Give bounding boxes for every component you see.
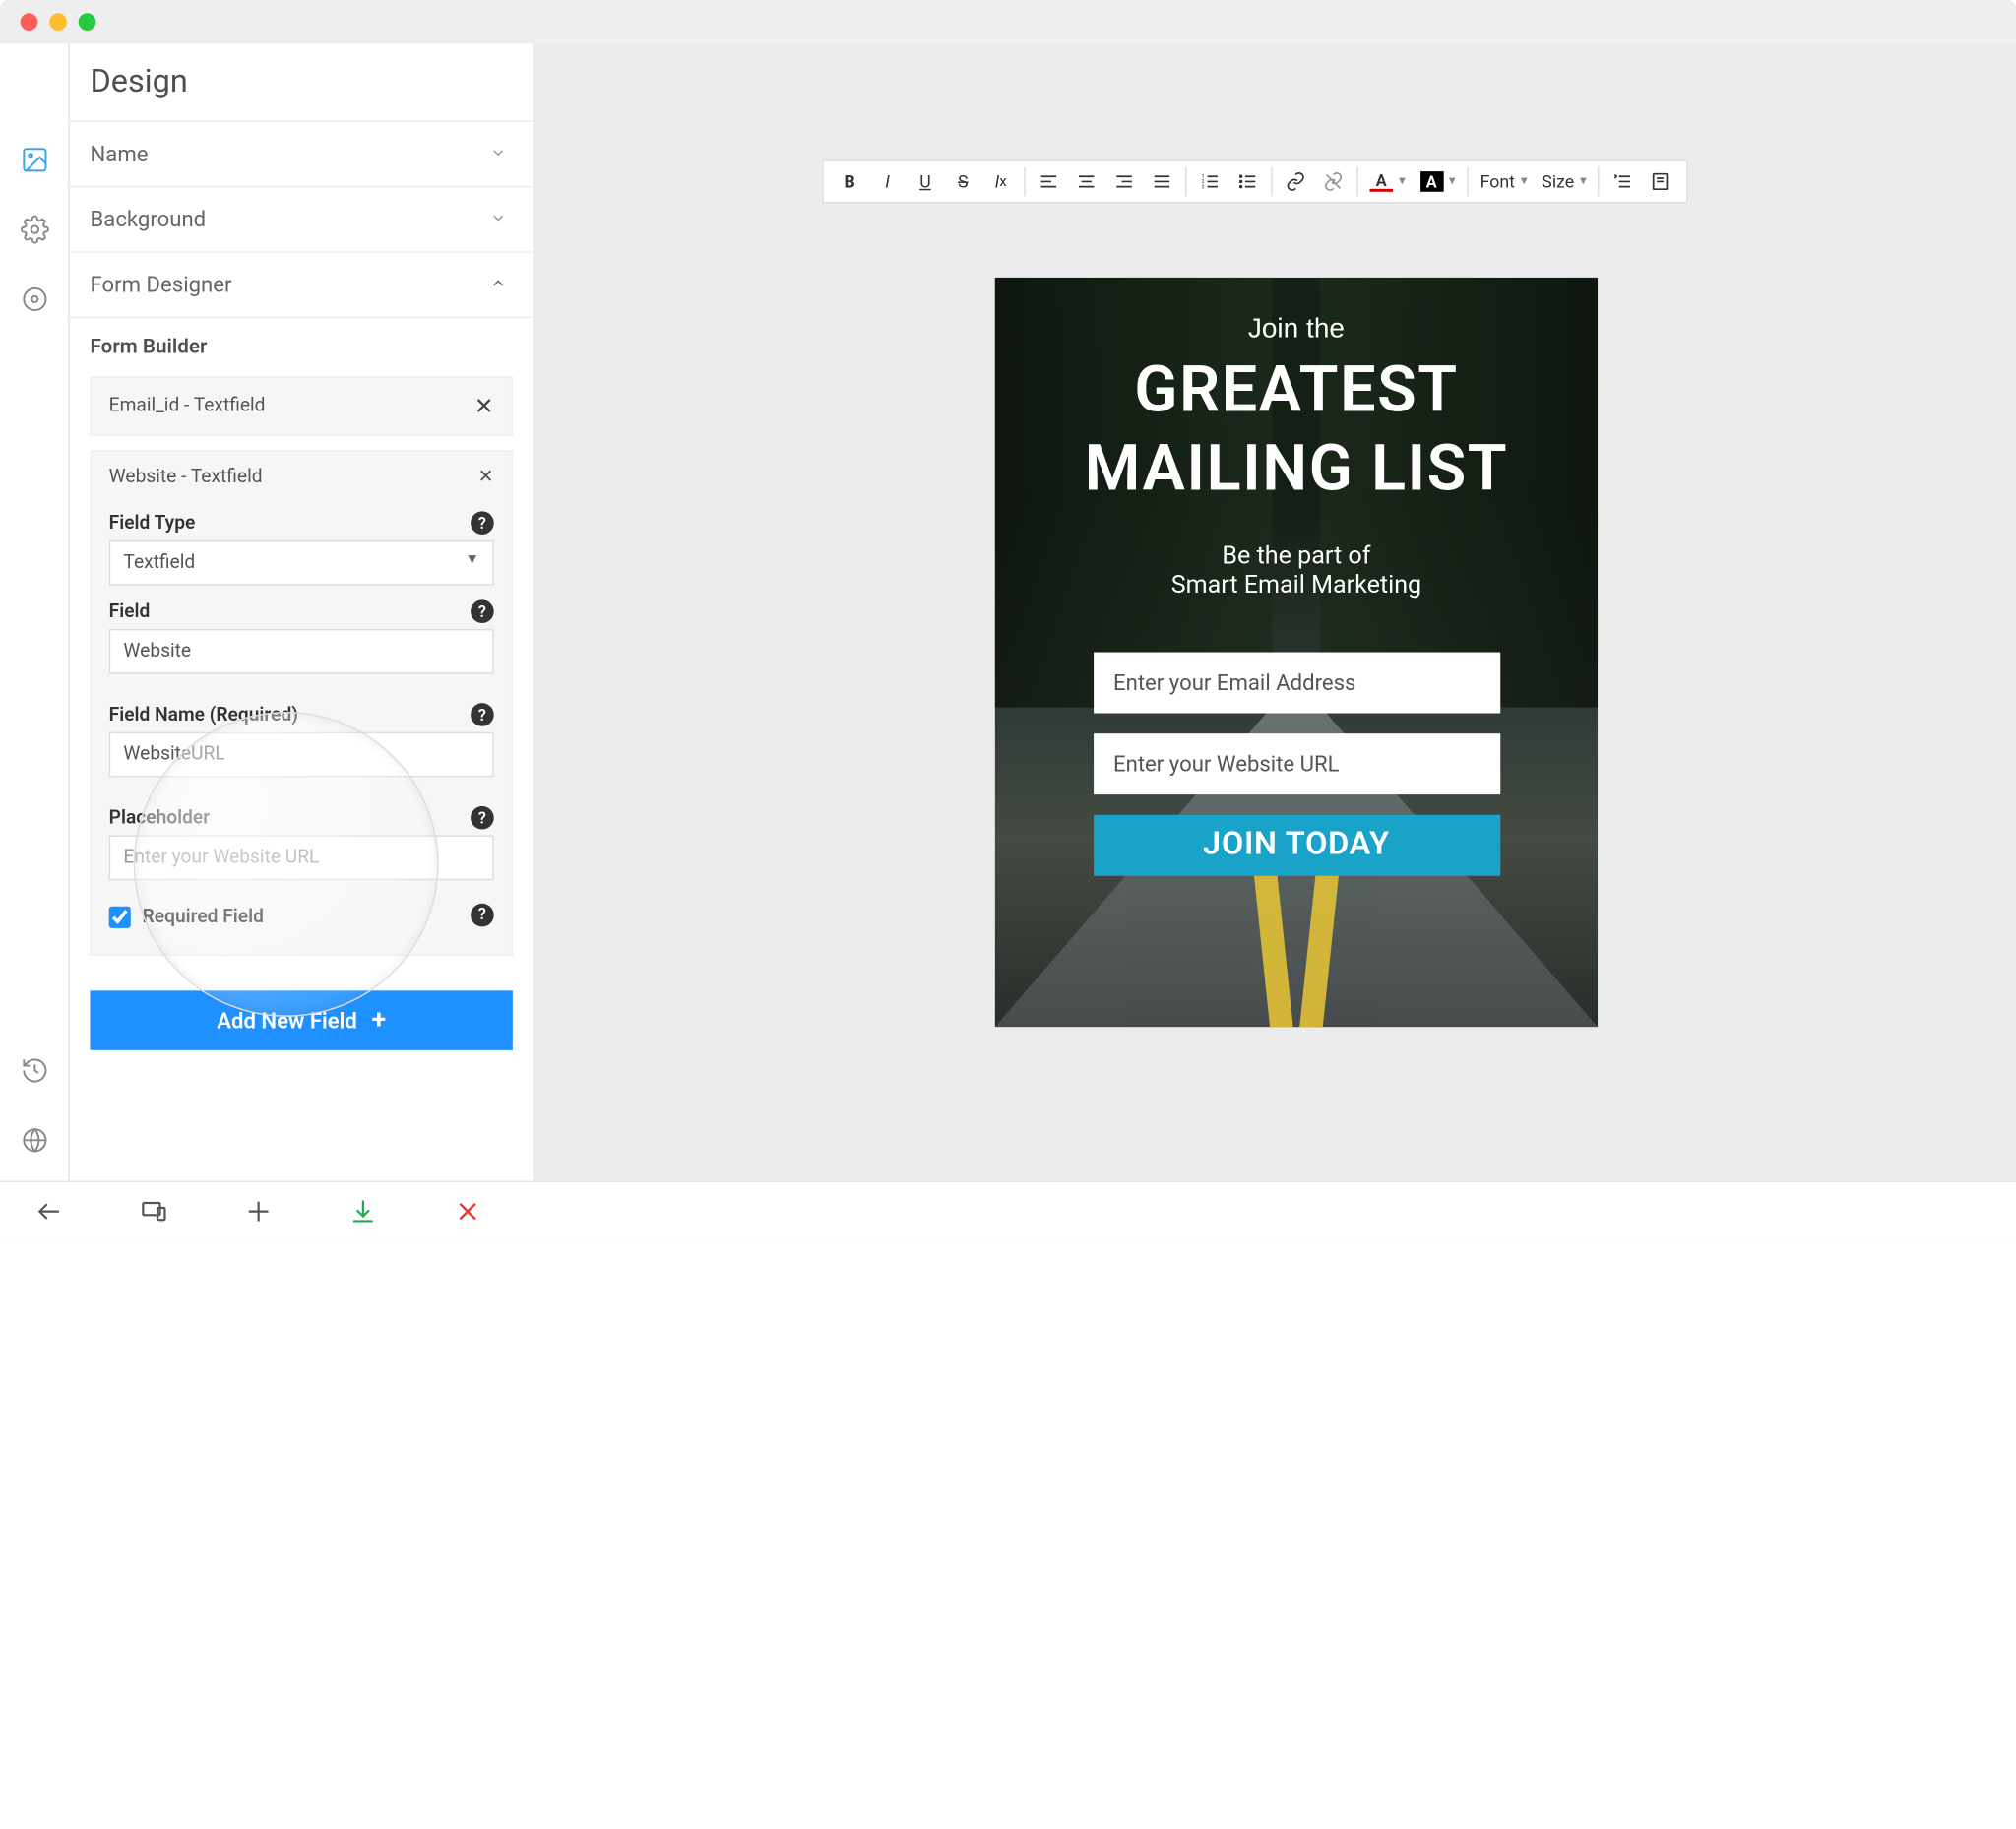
popup-subtitle-2: Smart Email Marketing — [1171, 571, 1421, 600]
tab-image-icon[interactable] — [20, 146, 49, 175]
field-name-input[interactable] — [109, 732, 494, 778]
app-window: Design Name Background Form Designer — [0, 0, 2016, 1239]
tab-settings-icon[interactable] — [20, 215, 49, 244]
bold-button[interactable]: B — [832, 164, 866, 199]
editor-canvas: B I U S Ix 123 A▾ A▾ Font▾ — [535, 43, 2016, 1180]
window-zoom-button[interactable] — [79, 13, 96, 31]
underline-button[interactable]: U — [908, 164, 942, 199]
unordered-list-button[interactable] — [1230, 164, 1265, 199]
add-new-field-label: Add New Field — [217, 1007, 357, 1034]
required-label: Required Field — [143, 907, 264, 928]
add-new-field-button[interactable]: Add New Field + — [90, 990, 512, 1049]
unlink-button[interactable] — [1316, 164, 1351, 199]
field-website-title: Website - Textfield — [109, 467, 263, 488]
help-icon[interactable]: ? — [471, 903, 494, 926]
device-preview-button[interactable] — [140, 1196, 169, 1226]
accordion-form-designer-label: Form Designer — [90, 272, 231, 298]
close-icon[interactable]: ✕ — [478, 467, 494, 488]
popup-url-input[interactable] — [1093, 733, 1499, 794]
accordion-background-label: Background — [90, 207, 206, 233]
field-website-header[interactable]: Website - Textfield ✕ — [92, 452, 511, 503]
font-family-dropdown[interactable]: Font▾ — [1475, 171, 1534, 192]
app-body: Design Name Background Form Designer — [0, 43, 2016, 1180]
popup-content: Join the GREATEST MAILING LIST Be the pa… — [995, 278, 1598, 1027]
field-name-label: Field Name (Required) — [109, 704, 298, 725]
tab-history-icon[interactable] — [20, 1056, 49, 1086]
help-icon[interactable]: ? — [471, 599, 494, 623]
app-footer — [0, 1181, 2016, 1239]
field-email-label: Email_id - Textfield — [109, 395, 266, 416]
popup-pretitle: Join the — [1248, 314, 1345, 346]
window-close-button[interactable] — [21, 13, 38, 31]
svg-text:3: 3 — [1202, 184, 1205, 190]
link-button[interactable] — [1278, 164, 1312, 199]
align-center-button[interactable] — [1069, 164, 1103, 199]
popup-email-input[interactable] — [1093, 652, 1499, 713]
strike-button[interactable]: S — [946, 164, 980, 199]
popup-preview: Join the GREATEST MAILING LIST Be the pa… — [995, 278, 1598, 1027]
chevron-up-icon — [489, 272, 507, 298]
source-button[interactable] — [1643, 164, 1677, 199]
line-height-button[interactable] — [1606, 164, 1640, 199]
accordion-background[interactable]: Background — [70, 186, 534, 251]
download-button[interactable] — [348, 1196, 378, 1226]
accordion-name[interactable]: Name — [70, 120, 534, 185]
window-titlebar — [0, 0, 2016, 43]
fields-region: Email_id - Textfield ✕ Website - Textfie… — [70, 376, 534, 973]
popup-headline-2: MAILING LIST — [1085, 433, 1508, 503]
required-checkbox[interactable] — [109, 907, 131, 928]
sidebar-title: Design — [70, 43, 534, 120]
design-sidebar: Design Name Background Form Designer — [70, 43, 535, 1180]
popup-join-button[interactable]: JOIN TODAY — [1093, 814, 1499, 875]
left-icon-rail — [0, 43, 70, 1180]
form-builder-header: Form Builder — [70, 317, 534, 376]
window-minimize-button[interactable] — [49, 13, 67, 31]
popup-headline-1: GREATEST — [1134, 354, 1458, 424]
back-button[interactable] — [34, 1196, 64, 1226]
help-icon[interactable]: ? — [471, 511, 494, 535]
font-size-dropdown[interactable]: Size▾ — [1536, 171, 1592, 192]
placeholder-input[interactable] — [109, 835, 494, 880]
bg-color-button[interactable]: A▾ — [1414, 171, 1461, 192]
field-email-collapsed[interactable]: Email_id - Textfield ✕ — [90, 376, 512, 435]
close-icon[interactable]: ✕ — [474, 392, 494, 419]
align-left-button[interactable] — [1032, 164, 1066, 199]
align-right-button[interactable] — [1106, 164, 1141, 199]
clear-format-button[interactable]: Ix — [983, 164, 1018, 199]
placeholder-label: Placeholder — [109, 807, 211, 829]
help-icon[interactable]: ? — [471, 806, 494, 830]
accordion-form-designer[interactable]: Form Designer — [70, 251, 534, 316]
tab-target-icon[interactable] — [20, 284, 49, 314]
chevron-down-icon — [489, 141, 507, 167]
field-type-select[interactable]: Textfield — [109, 540, 494, 586]
field-website-expanded: Website - Textfield ✕ Field Type ? Textf… — [90, 450, 512, 955]
plus-icon: + — [372, 1005, 386, 1036]
italic-button[interactable]: I — [870, 164, 905, 199]
field-type-label: Field Type — [109, 512, 196, 534]
chevron-down-icon — [489, 207, 507, 233]
field-label-input[interactable] — [109, 629, 494, 674]
field-label-label: Field — [109, 600, 151, 622]
tab-globe-icon[interactable] — [20, 1126, 49, 1156]
align-justify-button[interactable] — [1145, 164, 1179, 199]
add-button[interactable] — [244, 1196, 274, 1226]
rich-text-toolbar: B I U S Ix 123 A▾ A▾ Font▾ — [822, 159, 1688, 203]
help-icon[interactable]: ? — [471, 703, 494, 726]
delete-button[interactable] — [453, 1196, 482, 1226]
accordion-name-label: Name — [90, 141, 148, 167]
popup-subtitle-1: Be the part of — [1222, 541, 1370, 571]
font-color-button[interactable]: A▾ — [1364, 171, 1412, 192]
ordered-list-button[interactable]: 123 — [1192, 164, 1227, 199]
